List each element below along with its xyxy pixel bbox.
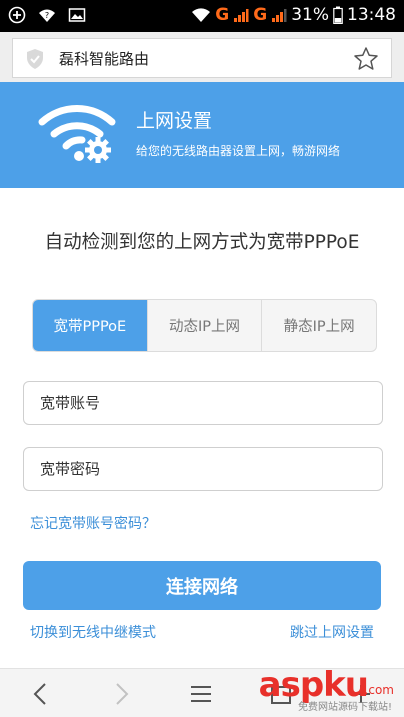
- repeater-mode-link[interactable]: 切换到无线中继模式: [30, 622, 156, 642]
- svg-text:?: ?: [45, 11, 49, 20]
- header-title: 上网设置: [136, 110, 213, 132]
- menu-icon[interactable]: [188, 681, 214, 707]
- signal-bars-2-icon: [272, 9, 287, 22]
- clock: 13:48: [347, 5, 396, 25]
- header-banner: 上网设置 给您的无线路由器设置上网，畅游网络: [0, 82, 404, 188]
- account-input[interactable]: [23, 381, 383, 425]
- tab-static-ip[interactable]: 静态IP上网: [261, 300, 376, 351]
- network-type-1: G: [215, 5, 230, 25]
- forgot-password-link[interactable]: 忘记宽带账号密码？: [30, 513, 156, 533]
- add-circle-icon: [8, 6, 26, 24]
- connection-type-tabs: 宽带PPPoE 动态IP上网 静态IP上网: [32, 299, 377, 352]
- skip-setup-link[interactable]: 跳过上网设置: [290, 622, 374, 642]
- battery-icon: [333, 6, 343, 24]
- forward-icon[interactable]: [108, 681, 134, 707]
- wifi-icon: [192, 8, 211, 22]
- tab-dynamic-ip[interactable]: 动态IP上网: [146, 300, 262, 351]
- password-input[interactable]: [23, 447, 383, 491]
- connect-button[interactable]: 连接网络: [23, 561, 381, 610]
- battery-percent: 31%: [291, 5, 329, 25]
- watermark-suffix: .com: [364, 683, 394, 697]
- back-icon[interactable]: [28, 681, 54, 707]
- page-title: 磊科智能路由: [59, 50, 150, 68]
- star-icon[interactable]: [353, 46, 379, 72]
- wifi-gear-icon: [38, 105, 116, 163]
- site-watermark: aspku .com 免费网站源码下载站!: [226, 665, 398, 713]
- browser-bottom-nav: aspku .com 免费网站源码下载站!: [0, 665, 404, 717]
- watermark-tagline: 免费网站源码下载站!: [297, 702, 392, 713]
- tab-pppoe[interactable]: 宽带PPPoE: [33, 300, 147, 351]
- network-type-2: G: [253, 5, 268, 25]
- detect-heading: 自动检测到您的上网方式为宽带PPPoE: [44, 232, 360, 253]
- image-icon: [68, 8, 86, 22]
- shield-icon: [27, 49, 43, 69]
- wifi-question-icon: ?: [39, 9, 55, 22]
- address-bar: 磊科智能路由: [0, 32, 404, 82]
- status-left-icons: ?: [8, 6, 86, 24]
- status-bar: ? G G 31% 13:48: [0, 0, 404, 32]
- status-right: G G 31% 13:48: [191, 3, 396, 27]
- url-box[interactable]: 磊科智能路由: [12, 38, 392, 78]
- header-subtitle: 给您的无线路由器设置上网，畅游网络: [136, 144, 341, 158]
- signal-bars-1-icon: [234, 9, 249, 22]
